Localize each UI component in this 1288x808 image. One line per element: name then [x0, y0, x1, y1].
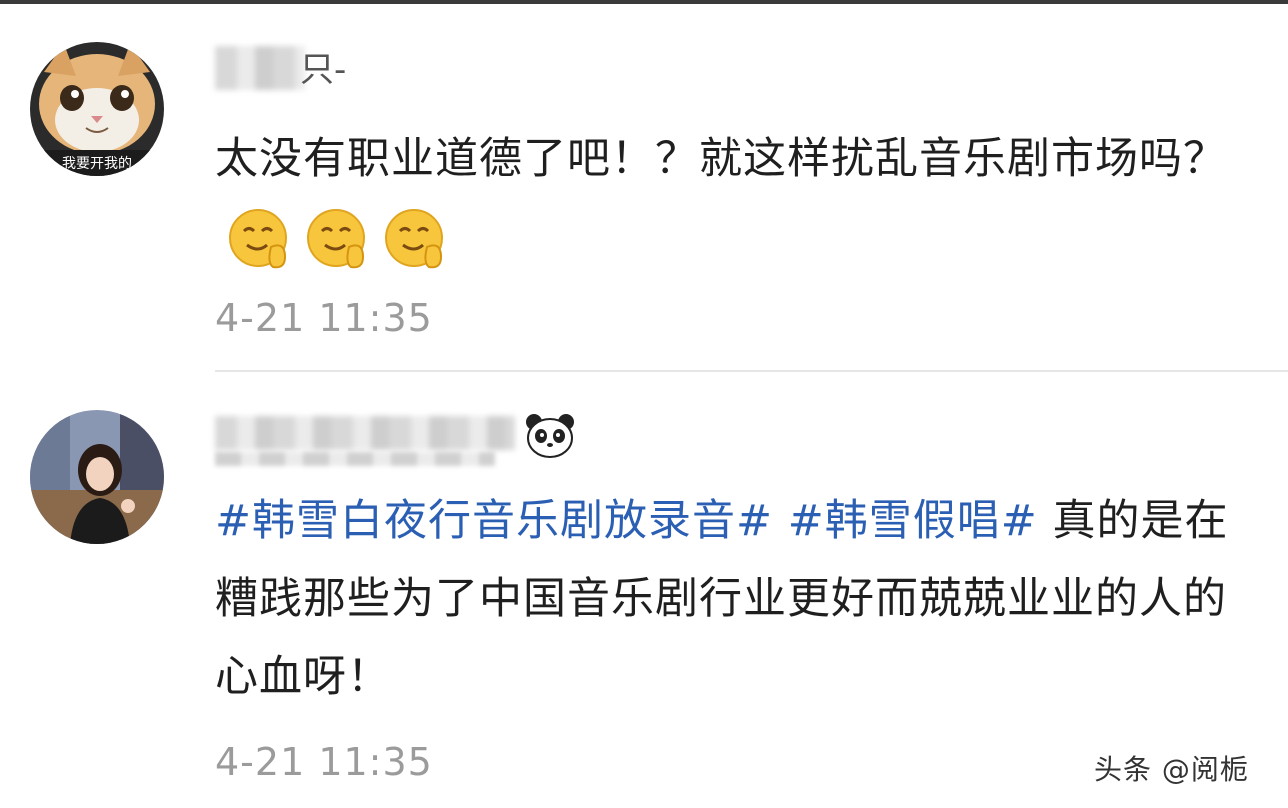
cat-avatar-icon: 我要开我的	[30, 42, 164, 176]
smile-pray-emoji-icon	[383, 207, 449, 273]
timestamp: 4-21 11:35	[215, 296, 433, 340]
comment-text: 太没有职业道德了吧！？就这样扰乱音乐剧市场吗？	[215, 134, 1227, 184]
comment-body: 太没有职业道德了吧！？就这样扰乱音乐剧市场吗？	[215, 120, 1255, 276]
woman-avatar-icon	[30, 410, 164, 544]
watermark: 头条 @阅栀	[1094, 753, 1249, 786]
smile-pray-emoji-icon	[227, 207, 293, 273]
username-suffix: 只-	[300, 50, 347, 90]
username-blurred[interactable]	[215, 46, 305, 90]
username-blurred[interactable]	[215, 416, 515, 450]
hashtag-link[interactable]: #韩雪白夜行音乐剧放录音#	[215, 496, 773, 546]
hashtag-link[interactable]: #韩雪假唱#	[788, 496, 1038, 546]
comment-page: 我要开我的 只- 太没有职业道德了吧！？就这样扰乱音乐剧市场吗？ 4-21 11…	[0, 0, 1288, 808]
avatar-caption: 我要开我的	[62, 156, 132, 172]
user-title-blurred	[215, 452, 495, 466]
comment-item: 我要开我的 只- 太没有职业道德了吧！？就这样扰乱音乐剧市场吗？ 4-21 11…	[0, 0, 1288, 372]
timestamp: 4-21 11:35	[215, 740, 433, 784]
avatar[interactable]	[30, 410, 164, 544]
comment-body: #韩雪白夜行音乐剧放录音# #韩雪假唱# 真的是在糟践那些为了中国音乐剧行业更好…	[215, 482, 1255, 716]
panda-icon	[524, 412, 576, 460]
comment-item: #韩雪白夜行音乐剧放录音# #韩雪假唱# 真的是在糟践那些为了中国音乐剧行业更好…	[0, 372, 1288, 808]
smile-pray-emoji-icon	[305, 207, 371, 273]
avatar[interactable]: 我要开我的	[30, 42, 164, 176]
